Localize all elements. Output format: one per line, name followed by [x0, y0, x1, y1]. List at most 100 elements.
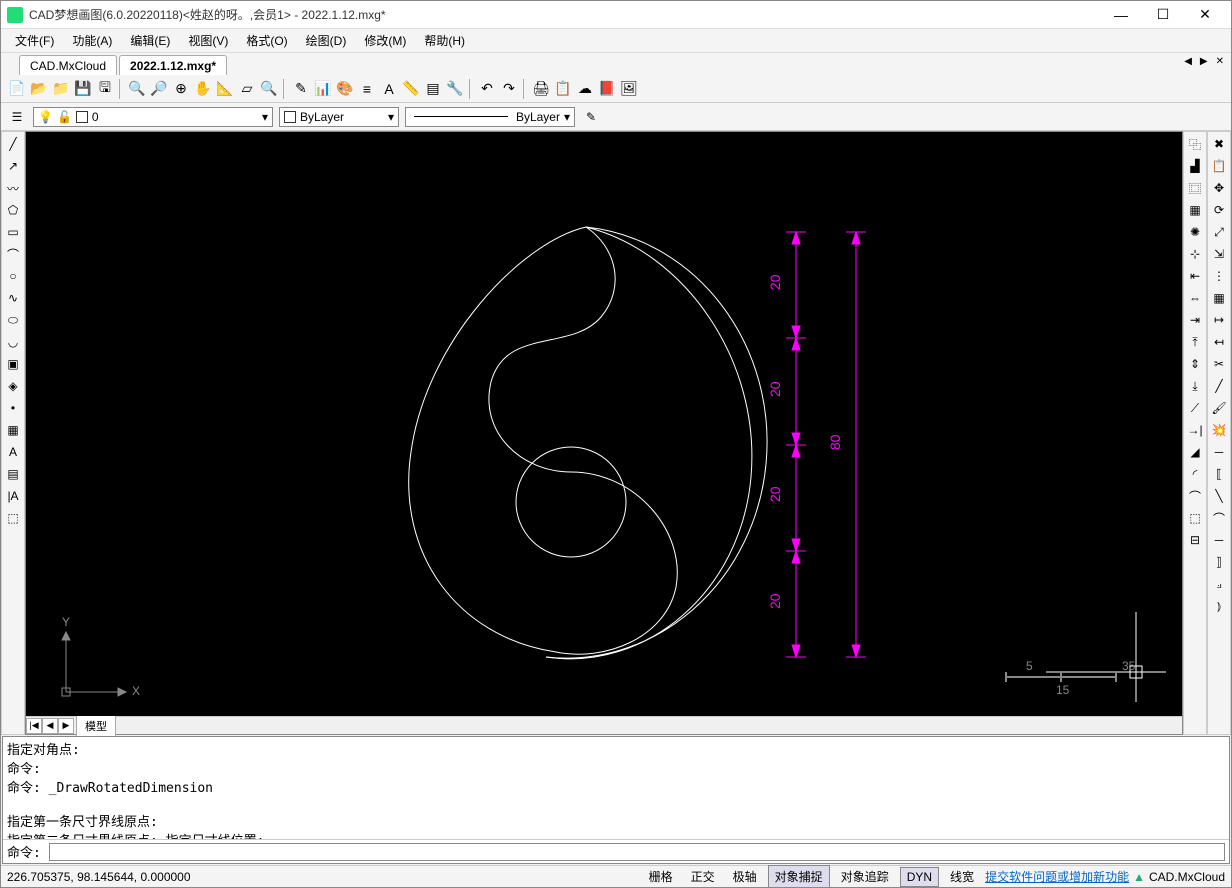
linetype-dropdown[interactable]: ByLayer ▾ [405, 107, 575, 127]
mtext-icon[interactable]: |A [3, 486, 23, 506]
make-block-icon[interactable]: ◈ [3, 376, 23, 396]
close-button[interactable]: ✕ [1185, 4, 1225, 26]
menu-function[interactable]: 功能(A) [64, 29, 120, 52]
extend2-icon[interactable]: ╱ [1209, 376, 1229, 396]
redo-icon[interactable]: ↷ [499, 79, 519, 99]
join-icon[interactable]: ⌒ [1185, 486, 1205, 506]
tab-mxcloud[interactable]: CAD.MxCloud [19, 55, 117, 75]
match-icon[interactable]: 🖌 [1209, 398, 1229, 418]
zoom-extents-icon[interactable]: ⊕ [171, 79, 191, 99]
model-tab[interactable]: 模型 [76, 715, 116, 737]
offset-icon[interactable]: ⿴ [1185, 178, 1205, 198]
point-icon[interactable]: • [3, 398, 23, 418]
status-lwt[interactable]: 线宽 [943, 865, 981, 888]
status-polar[interactable]: 极轴 [726, 865, 764, 888]
cloud-icon[interactable]: ☁ [575, 79, 595, 99]
line-icon[interactable]: ╱ [3, 134, 23, 154]
bottom-bracket-icon[interactable]: ⟓ [1209, 574, 1229, 594]
lengthen-icon[interactable]: ↦ [1209, 310, 1229, 330]
menu-view[interactable]: 视图(V) [180, 29, 236, 52]
linetype-icon[interactable]: ≡ [357, 79, 377, 99]
align-right-icon[interactable]: ⇥ [1185, 310, 1205, 330]
drawing-canvas[interactable]: 20 20 20 20 80 [26, 132, 1182, 716]
text-icon[interactable]: A [3, 442, 23, 462]
bracket-right-icon[interactable]: ⟧ [1209, 552, 1229, 572]
zoom-window-icon[interactable]: 🔍 [127, 79, 147, 99]
bracket-left-icon[interactable]: ⟦ [1209, 464, 1229, 484]
align-left-icon[interactable]: ⇤ [1185, 266, 1205, 286]
tab-close-icon[interactable]: ✕ [1213, 55, 1227, 68]
diag-icon[interactable]: ╲ [1209, 486, 1229, 506]
pan-icon[interactable]: ✋ [193, 79, 213, 99]
print-icon[interactable]: 🖨 [531, 79, 551, 99]
area-icon[interactable]: ▱ [237, 79, 257, 99]
open-icon[interactable]: 📂 [29, 79, 49, 99]
find-icon[interactable]: 🔍 [259, 79, 279, 99]
menu-draw[interactable]: 绘图(D) [298, 29, 355, 52]
align-center-icon[interactable]: ⇔ [1185, 288, 1205, 308]
tab-prev-icon[interactable]: ◀ [1181, 55, 1195, 68]
properties-icon[interactable]: 🔧 [445, 79, 465, 99]
divide-icon[interactable]: ⋮ [1209, 266, 1229, 286]
save-icon[interactable]: 💾 [73, 79, 93, 99]
move-icon[interactable]: ✥ [1209, 178, 1229, 198]
rectangle-icon[interactable]: ▭ [3, 222, 23, 242]
layers-icon[interactable]: 📊 [313, 79, 333, 99]
extend-icon[interactable]: →| [1185, 420, 1205, 440]
table-icon[interactable]: ▤ [3, 464, 23, 484]
array-polar-icon[interactable]: ✺ [1185, 222, 1205, 242]
open-cloud-icon[interactable]: 📁 [51, 79, 71, 99]
ungroup-icon[interactable]: ⊟ [1185, 530, 1205, 550]
scroll-next-icon[interactable]: ▶ [58, 718, 74, 734]
copy-icon[interactable]: ⿻ [1185, 134, 1205, 154]
layer-manager-icon[interactable]: ☰ [7, 107, 27, 127]
scale-icon[interactable]: ⤢ [1209, 222, 1229, 242]
array-rect-icon[interactable]: ▦ [1185, 200, 1205, 220]
scroll-prev-icon[interactable]: ◀ [42, 718, 58, 734]
export-pdf-icon[interactable]: 📕 [597, 79, 617, 99]
arc-icon[interactable]: ⌒ [3, 244, 23, 264]
ellipse-arc-icon[interactable]: ◡ [3, 332, 23, 352]
export-image-icon[interactable]: 🖼 [619, 79, 639, 99]
saveas-icon[interactable]: 🖫 [95, 79, 115, 99]
menu-edit[interactable]: 编辑(E) [122, 29, 178, 52]
measure-icon[interactable]: 📐 [215, 79, 235, 99]
minimize-button[interactable]: — [1101, 4, 1141, 26]
lineweight-icon[interactable]: ✎ [581, 107, 601, 127]
region-icon[interactable]: ⬚ [3, 508, 23, 528]
pencil-icon[interactable]: ✎ [291, 79, 311, 99]
align-bottom-icon[interactable]: ⤓ [1185, 376, 1205, 396]
block-icon[interactable]: ▤ [423, 79, 443, 99]
color-dropdown[interactable]: ByLayer ▾ [279, 107, 399, 127]
ellipse-icon[interactable]: ⬭ [3, 310, 23, 330]
scroll-first-icon[interactable]: |◀ [26, 718, 42, 734]
text-style-icon[interactable]: A [379, 79, 399, 99]
color-icon[interactable]: 🎨 [335, 79, 355, 99]
status-otrack[interactable]: 对象追踪 [834, 865, 896, 888]
plot-icon[interactable]: 📋 [553, 79, 573, 99]
tab-current-file[interactable]: 2022.1.12.mxg* [119, 55, 227, 75]
hatch-icon[interactable]: ▦ [3, 420, 23, 440]
layer-dropdown[interactable]: 💡 🔓 0 ▾ [33, 107, 273, 127]
polyline-icon[interactable]: 〰 [3, 178, 23, 198]
align-middle-icon[interactable]: ⇕ [1185, 354, 1205, 374]
chamfer-icon[interactable]: ◢ [1185, 442, 1205, 462]
feedback-link[interactable]: 提交软件问题或增加新功能 [985, 868, 1129, 885]
revcloud-icon[interactable]: ⌒ [1209, 508, 1229, 528]
trim-icon[interactable]: ✂ [1209, 354, 1229, 374]
menu-modify[interactable]: 修改(M) [356, 29, 414, 52]
circle-icon[interactable]: ○ [3, 266, 23, 286]
zoom-in-icon[interactable]: 🔎 [149, 79, 169, 99]
fillet-icon[interactable]: ◜ [1185, 464, 1205, 484]
ray-icon[interactable]: ↗ [3, 156, 23, 176]
origin-icon[interactable]: ⊹ [1185, 244, 1205, 264]
mirror-icon[interactable]: ▟ [1185, 156, 1205, 176]
new-icon[interactable]: 📄 [7, 79, 27, 99]
align-top-icon[interactable]: ⤒ [1185, 332, 1205, 352]
break-icon[interactable]: ⟋ [1185, 398, 1205, 418]
menu-help[interactable]: 帮助(H) [416, 29, 473, 52]
maximize-button[interactable]: ☐ [1143, 4, 1183, 26]
erase-icon[interactable]: ✖ [1209, 134, 1229, 154]
undo-icon[interactable]: ↶ [477, 79, 497, 99]
dim-style-icon[interactable]: 📏 [401, 79, 421, 99]
